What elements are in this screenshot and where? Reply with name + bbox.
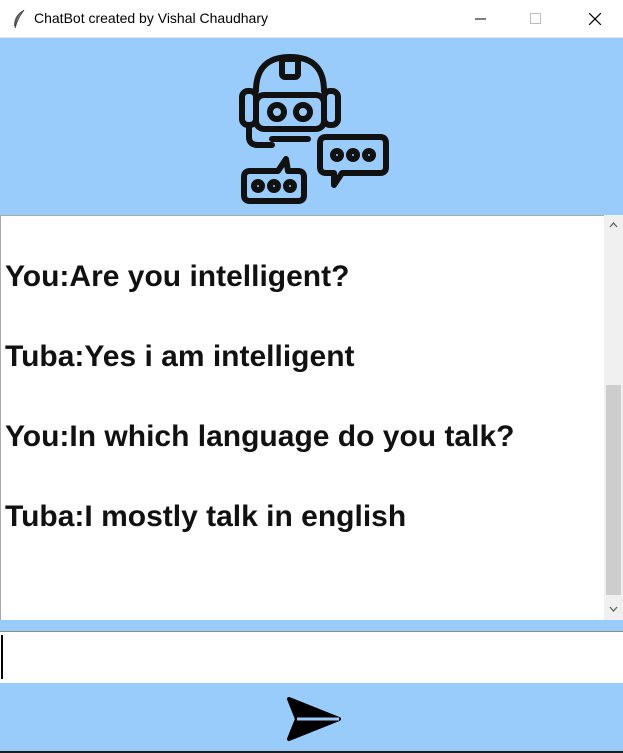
chat-message-bot: Tuba:Yes i am intelligent (5, 340, 355, 373)
title-bar: ChatBot created by Vishal Chaudhary (0, 0, 623, 38)
chat-message-user: You:In which language do you talk? (5, 420, 515, 453)
minimize-button[interactable] (457, 0, 503, 37)
close-icon (589, 13, 601, 25)
chevron-down-icon (609, 606, 618, 612)
chat-transcript[interactable]: You:Are you intelligent? Tuba:Yes i am i… (0, 215, 604, 620)
scrollbar-thumb[interactable] (606, 385, 621, 595)
send-arrow-icon (287, 697, 341, 741)
chevron-up-icon (609, 222, 618, 228)
feather-icon (11, 9, 27, 29)
chat-scrollbar[interactable] (604, 215, 623, 620)
maximize-button[interactable] (512, 0, 558, 37)
chat-message-user: You:Are you intelligent? (5, 260, 350, 293)
divider-band (0, 620, 623, 631)
maximize-icon (530, 13, 541, 24)
close-button[interactable] (571, 0, 617, 37)
text-cursor (1, 635, 3, 679)
send-button[interactable] (283, 695, 343, 743)
chat-message-bot: Tuba:I mostly talk in english (5, 500, 407, 533)
message-input[interactable] (0, 631, 623, 683)
scroll-down-button[interactable] (604, 599, 623, 619)
minimize-icon (475, 18, 486, 20)
scroll-up-button[interactable] (604, 215, 623, 235)
window-title: ChatBot created by Vishal Chaudhary (34, 10, 268, 26)
header-banner (0, 38, 623, 215)
robot-chat-icon (239, 54, 389, 204)
send-bar (0, 683, 623, 753)
